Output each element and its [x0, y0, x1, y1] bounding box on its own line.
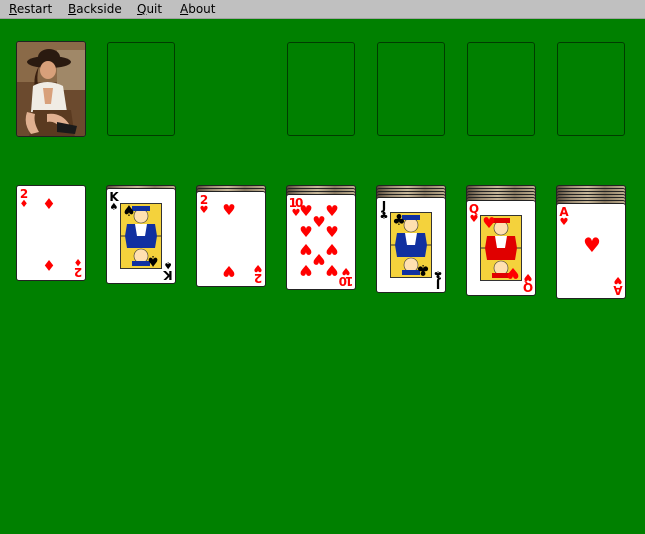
suit-icon: ♠	[109, 202, 119, 213]
card-rank: A	[613, 283, 623, 297]
card-index-top: Q ♥	[468, 203, 480, 225]
suit-pip-icon: ♣	[392, 211, 406, 229]
face-up-card[interactable]: J ♣ J ♣ ♣ ♣	[376, 197, 446, 293]
foundation-slot-3[interactable]	[467, 42, 535, 136]
menu-quit[interactable]: Quit	[137, 1, 162, 17]
card-index-top: A ♥	[558, 206, 570, 228]
suit-pip-icon: ♥	[222, 201, 236, 219]
card-rank: J	[435, 277, 441, 291]
face-up-card[interactable]: K ♠ K ♠ ♠ ♠	[106, 188, 176, 284]
card-rank: K	[163, 268, 173, 282]
suit-icon: ♥	[199, 205, 209, 216]
stock-pile[interactable]	[16, 41, 86, 137]
menu-restart[interactable]: Restart	[9, 1, 52, 17]
card-rank: 2	[73, 265, 83, 279]
suit-pip-icon: ♥	[583, 233, 601, 257]
card-index-bottom: 2 ♥	[252, 262, 264, 285]
foundation-slot-4[interactable]	[557, 42, 625, 136]
foundation-slot-1[interactable]	[287, 42, 355, 136]
card-index-top: J ♣	[378, 200, 390, 222]
menu-bar: Restart Backside Quit About	[0, 0, 645, 19]
face-up-card[interactable]: A ♥ A ♥ ♥	[556, 203, 626, 299]
suit-icon: ♦	[73, 256, 83, 267]
card-index-top: K ♠	[108, 191, 120, 213]
card-index-bottom: A ♥	[612, 274, 624, 297]
card-index-top: 2 ♦	[18, 188, 30, 210]
suit-pip-icon: ♣	[416, 261, 430, 279]
face-up-card[interactable]: 10 ♥ 10 ♥ ♥ ♥ ♥ ♥ ♥ ♥ ♥ ♥ ♥ ♥	[286, 194, 356, 290]
waste-pile-slot[interactable]	[107, 42, 175, 136]
suit-pip-icon: ♦	[42, 256, 56, 274]
suit-pip-icon: ♥	[325, 223, 339, 241]
suit-pip-icon: ♥	[506, 264, 520, 282]
suit-icon: ♥	[559, 217, 569, 228]
card-index-bottom: K ♠	[162, 259, 174, 282]
suit-icon: ♦	[19, 199, 29, 210]
suit-pip-icon: ♠	[146, 252, 160, 270]
card-index-bottom: 2 ♦	[72, 256, 84, 279]
menu-about[interactable]: About	[180, 1, 216, 17]
suit-pip-icon: ♥	[299, 261, 313, 279]
card-rank: 2	[253, 271, 263, 285]
photo-card-back-icon	[17, 42, 85, 136]
suit-icon: ♥	[253, 262, 263, 273]
card-index-bottom: 10 ♥	[340, 265, 354, 288]
suit-icon: ♥	[469, 214, 479, 225]
suit-icon: ♣	[433, 268, 443, 279]
card-index-bottom: J ♣	[432, 268, 444, 291]
face-up-card[interactable]: 2 ♥ 2 ♥ ♥ ♥	[196, 191, 266, 287]
game-table: 2 ♦ 2 ♦ ♦ ♦ K ♠ K ♠ ♠ ♠ 2 ♥ 2 ♥ ♥ ♥ 10 ♥ 10 ♥ ♥ ♥ ♥ ♥ ♥ ♥ ♥ ♥ ♥ ♥ J ♣ J ♣ ♣ ♣…	[0, 19, 645, 534]
menu-backside[interactable]: Backside	[68, 1, 122, 17]
suit-pip-icon: ♥	[482, 214, 496, 232]
foundation-slot-2[interactable]	[377, 42, 445, 136]
suit-pip-icon: ♦	[42, 195, 56, 213]
suit-pip-icon: ♥	[325, 261, 339, 279]
card-rank: 10	[340, 274, 354, 288]
suit-pip-icon: ♥	[222, 262, 236, 280]
suit-icon: ♣	[379, 211, 389, 222]
suit-pip-icon: ♥	[299, 223, 313, 241]
suit-pip-icon: ♠	[122, 202, 136, 220]
card-index-bottom: Q ♥	[522, 271, 534, 294]
card-index-top: 2 ♥	[198, 194, 210, 216]
card-rank: Q	[522, 280, 534, 294]
face-up-card[interactable]: Q ♥ Q ♥ ♥ ♥	[466, 200, 536, 296]
face-up-card[interactable]: 2 ♦ 2 ♦ ♦ ♦	[16, 185, 86, 281]
